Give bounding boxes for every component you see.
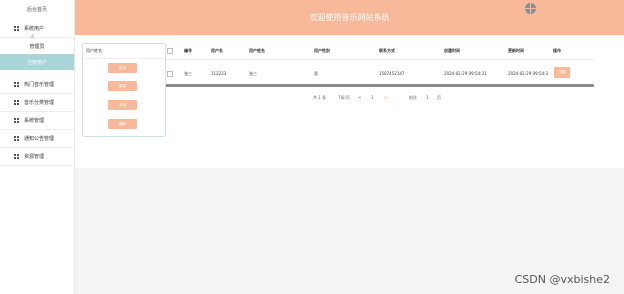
cell-name: 张三	[249, 71, 257, 76]
sidebar-item-hot-music[interactable]: 热门音乐管理	[0, 76, 74, 94]
sidebar-item-system-management[interactable]: 系统管理	[0, 112, 74, 130]
column-header-gender: 用户性别	[314, 48, 330, 53]
column-header-id: 编号	[184, 48, 192, 53]
sidebar-subitem-registered-users[interactable]: 注册用户	[0, 54, 74, 70]
column-header-created[interactable]: 创建时间	[444, 48, 460, 54]
watermark-text: CSDN @vxbishe2	[514, 273, 610, 286]
sidebar-item-system-users[interactable]: 系统用户	[0, 20, 74, 38]
page-title: 欢迎使用音乐网站系统	[309, 13, 390, 22]
column-header-name: 用户姓名	[249, 48, 265, 53]
cell-username: 112233	[211, 71, 227, 76]
reset-button[interactable]: 重置	[108, 81, 137, 91]
cell-created: 2024-02-29 09:54:31	[444, 71, 487, 76]
sidebar-item-music-category[interactable]: 音乐分类管理	[0, 94, 74, 112]
horizontal-scrollbar[interactable]	[164, 84, 594, 87]
cell-phone: 1587452147	[379, 71, 405, 76]
sidebar-subitem-admin[interactable]: 管理员	[0, 38, 74, 54]
sidebar-home-link[interactable]: 后台首页	[0, 0, 74, 20]
grid-icon	[14, 81, 20, 88]
add-button[interactable]: 添加	[108, 100, 137, 110]
search-panel: 用户姓名： 查询 重置 添加 删除	[82, 43, 166, 137]
goto-label: 前往	[409, 95, 417, 100]
page-unit-label: 页	[437, 95, 441, 100]
grid-icon	[14, 135, 20, 142]
column-header-updated[interactable]: 更新时间	[508, 48, 524, 54]
select-all-checkbox[interactable]	[167, 48, 173, 54]
sidebar-item-label: 系统管理	[24, 118, 45, 124]
grid-icon	[14, 99, 20, 106]
detail-button[interactable]: 详情	[554, 67, 570, 78]
header-divider	[164, 59, 594, 60]
search-button[interactable]: 查询	[108, 63, 137, 73]
page-header: 欢迎使用音乐网站系统	[75, 0, 624, 35]
delete-button[interactable]: 删除	[108, 119, 137, 129]
avatar-icon[interactable]	[525, 3, 536, 14]
cell-updated: 2024-02-29 09:54:3	[508, 71, 548, 76]
goto-page-input[interactable]: 1	[426, 95, 429, 100]
sidebar-item-label: 资源管理	[24, 154, 45, 160]
next-page-button[interactable]: >	[384, 95, 387, 100]
username-filter-label: 用户姓名：	[86, 48, 106, 53]
column-header-actions: 操作	[553, 48, 561, 53]
column-header-username: 用户名	[211, 48, 223, 53]
grid-icon	[14, 153, 20, 160]
sidebar-item-resources[interactable]: 资源管理	[0, 148, 74, 166]
page-number[interactable]: 1	[371, 95, 374, 100]
sidebar-item-notices[interactable]: 通知公告管理	[0, 130, 74, 148]
page-size-select[interactable]: 7条/页	[338, 95, 350, 101]
row-checkbox[interactable]	[167, 71, 173, 77]
username-filter-input[interactable]	[85, 58, 163, 59]
grid-icon	[14, 117, 20, 124]
prev-page-button[interactable]: <	[358, 95, 361, 100]
column-header-phone: 联系方式	[379, 48, 395, 53]
cell-id: 张三	[184, 71, 192, 76]
sidebar-item-label: 系统用户	[24, 26, 45, 32]
pointer-icon: ☝	[30, 33, 35, 41]
sidebar: 后台首页 系统用户 ☝ 管理员 注册用户 热门音乐管理 音乐分类管理 系统管理 …	[0, 0, 75, 294]
sidebar-item-label: 音乐分类管理	[24, 100, 55, 106]
grid-icon	[14, 25, 20, 32]
sidebar-item-label: 通知公告管理	[24, 136, 55, 142]
pagination-total: 共 1 条	[313, 95, 327, 100]
cell-gender: 男	[314, 71, 318, 76]
sidebar-item-label: 热门音乐管理	[24, 82, 55, 88]
